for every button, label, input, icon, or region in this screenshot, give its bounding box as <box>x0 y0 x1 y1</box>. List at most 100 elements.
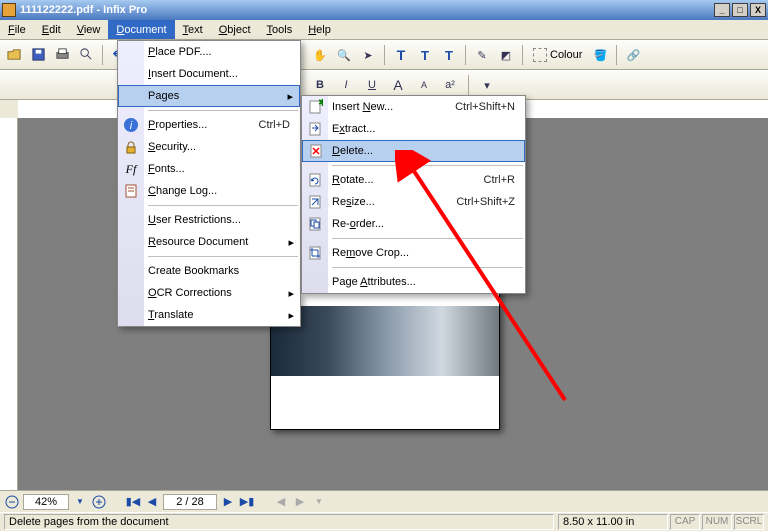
pg-rot-icon <box>306 171 324 189</box>
doc-menu-insert-document[interactable]: Insert Document... <box>118 63 300 85</box>
more-icon[interactable]: ▾ <box>477 75 497 95</box>
zoom-out-button[interactable] <box>4 494 20 510</box>
shortcut-label: Ctrl+Shift+N <box>455 101 515 113</box>
bold-icon[interactable]: B <box>310 75 330 95</box>
minimize-button[interactable]: _ <box>714 3 730 17</box>
zoom-value[interactable]: 42% <box>23 494 69 510</box>
menu-item-label: OCR Corrections <box>148 287 232 299</box>
forward-view-button[interactable]: ▶ <box>292 494 308 510</box>
menu-edit[interactable]: Edit <box>34 20 69 39</box>
menu-item-label: Extract... <box>332 123 375 135</box>
underline-icon[interactable]: U <box>362 75 382 95</box>
zoom-icon[interactable]: 🔍 <box>334 45 354 65</box>
shortcut-label: Ctrl+D <box>259 119 290 131</box>
open-icon[interactable] <box>4 45 24 65</box>
text-plus-icon[interactable]: T <box>439 45 459 65</box>
back-view-button[interactable]: ◀ <box>273 494 289 510</box>
doc-menu-resource-document[interactable]: Resource Document▸ <box>118 231 300 253</box>
text-tool-icon[interactable]: T <box>391 45 411 65</box>
next-page-button[interactable]: ▶ <box>220 494 236 510</box>
menu-object[interactable]: Object <box>211 20 259 39</box>
pages-menu-re-order[interactable]: Re-order... <box>302 213 525 235</box>
ruler-corner <box>0 100 18 118</box>
zoom-dropdown[interactable]: ▼ <box>72 494 88 510</box>
doc-menu-fonts[interactable]: FfFonts... <box>118 158 300 180</box>
pg-ord-icon <box>306 215 324 233</box>
doc-menu-change-log[interactable]: Change Log... <box>118 180 300 202</box>
menu-tools[interactable]: Tools <box>259 20 301 39</box>
app-icon <box>2 3 16 17</box>
page-dimensions: 8.50 x 11.00 in <box>558 514 668 530</box>
pg-add-icon: ✱ <box>306 98 324 116</box>
caps-indicator: CAP <box>670 514 700 530</box>
search-replace-icon[interactable] <box>76 45 96 65</box>
submenu-arrow-icon: ▸ <box>288 309 294 322</box>
prev-page-button[interactable]: ◀ <box>144 494 160 510</box>
submenu-arrow-icon: ▸ <box>288 236 294 249</box>
status-message: Delete pages from the document <box>4 514 554 530</box>
menu-item-label: Page Attributes... <box>332 276 416 288</box>
menu-view[interactable]: View <box>69 20 109 39</box>
doc-menu-translate[interactable]: Translate ▸ <box>118 304 300 326</box>
font-selector[interactable] <box>4 75 64 95</box>
italic-icon[interactable]: I <box>336 75 356 95</box>
superscript-icon[interactable]: a² <box>440 75 460 95</box>
pages-menu-delete[interactable]: Delete... <box>302 140 525 162</box>
ff-icon: Ff <box>122 160 140 178</box>
pages-menu-extract[interactable]: Extract... <box>302 118 525 140</box>
page-input[interactable] <box>163 494 217 510</box>
menu-item-label: Insert Document... <box>148 68 238 80</box>
menu-item-label: User Restrictions... <box>148 214 241 226</box>
pages-menu-resize[interactable]: Resize...Ctrl+Shift+Z <box>302 191 525 213</box>
pages-menu-insert-new[interactable]: ✱Insert New...Ctrl+Shift+N <box>302 96 525 118</box>
doc-menu-place-pdf[interactable]: Place PDF.... <box>118 41 300 63</box>
small-a-icon[interactable]: A <box>414 75 434 95</box>
pages-menu-page-attributes[interactable]: Page Attributes... <box>302 271 525 293</box>
large-a-icon[interactable]: A <box>388 75 408 95</box>
close-button[interactable]: X <box>750 3 766 17</box>
hand-icon[interactable]: ✋ <box>310 45 330 65</box>
doc-menu-properties[interactable]: i Properties... Ctrl+D <box>118 114 300 136</box>
num-indicator: NUM <box>702 514 732 530</box>
titlebar: 111122222.pdf - Infix Pro _ □ X <box>0 0 768 20</box>
fill-icon[interactable]: 🪣 <box>590 45 610 65</box>
pg-del-icon <box>307 142 325 160</box>
doc-menu-create-bookmarks[interactable]: Create Bookmarks <box>118 260 300 282</box>
menu-text[interactable]: Text <box>175 20 211 39</box>
colour-swatch <box>533 48 547 62</box>
doc-menu-user-restrictions[interactable]: User Restrictions... <box>118 209 300 231</box>
pages-menu-remove-crop[interactable]: Remove Crop... <box>302 242 525 264</box>
shortcut-label: Ctrl+Shift+Z <box>456 196 515 208</box>
pointer-icon[interactable]: ➤ <box>358 45 378 65</box>
menu-divider <box>148 256 298 257</box>
colour-picker[interactable]: Colour <box>529 48 586 62</box>
doc-menu-security[interactable]: Security... <box>118 136 300 158</box>
menubar: FileEditViewDocumentTextObjectToolsHelp <box>0 20 768 40</box>
doc-menu-ocr-corrections[interactable]: OCR Corrections▸ <box>118 282 300 304</box>
menu-item-label: Translate <box>148 309 193 321</box>
menu-help[interactable]: Help <box>300 20 339 39</box>
save-icon[interactable] <box>28 45 48 65</box>
page-photo-content <box>271 306 499 376</box>
doc-menu-pages[interactable]: Pages▸ <box>118 85 300 107</box>
maximize-button[interactable]: □ <box>732 3 748 17</box>
menu-document[interactable]: Document <box>108 20 174 39</box>
view-history-dropdown[interactable]: ▼ <box>311 494 327 510</box>
print-icon[interactable] <box>52 45 72 65</box>
pg-ext-icon <box>306 120 324 138</box>
menu-item-label: Properties... <box>148 119 207 131</box>
crop-icon[interactable]: ◩ <box>496 45 516 65</box>
zoom-in-button[interactable] <box>91 494 107 510</box>
last-page-button[interactable]: ▶▮ <box>239 494 255 510</box>
menu-divider <box>148 205 298 206</box>
pages-menu-rotate[interactable]: Rotate...Ctrl+R <box>302 169 525 191</box>
eyedropper-icon[interactable]: ✎ <box>472 45 492 65</box>
separator <box>522 45 523 65</box>
menu-divider <box>148 110 298 111</box>
info-icon: i <box>122 116 140 134</box>
text-frame-icon[interactable]: T <box>415 45 435 65</box>
hyperlink-icon[interactable]: 🔗 <box>623 45 643 65</box>
toolbar-right: ✋ 🔍 ➤ T T T ✎ ◩ Colour 🪣 🔗 <box>310 40 643 70</box>
first-page-button[interactable]: ▮◀ <box>125 494 141 510</box>
menu-file[interactable]: File <box>0 20 34 39</box>
